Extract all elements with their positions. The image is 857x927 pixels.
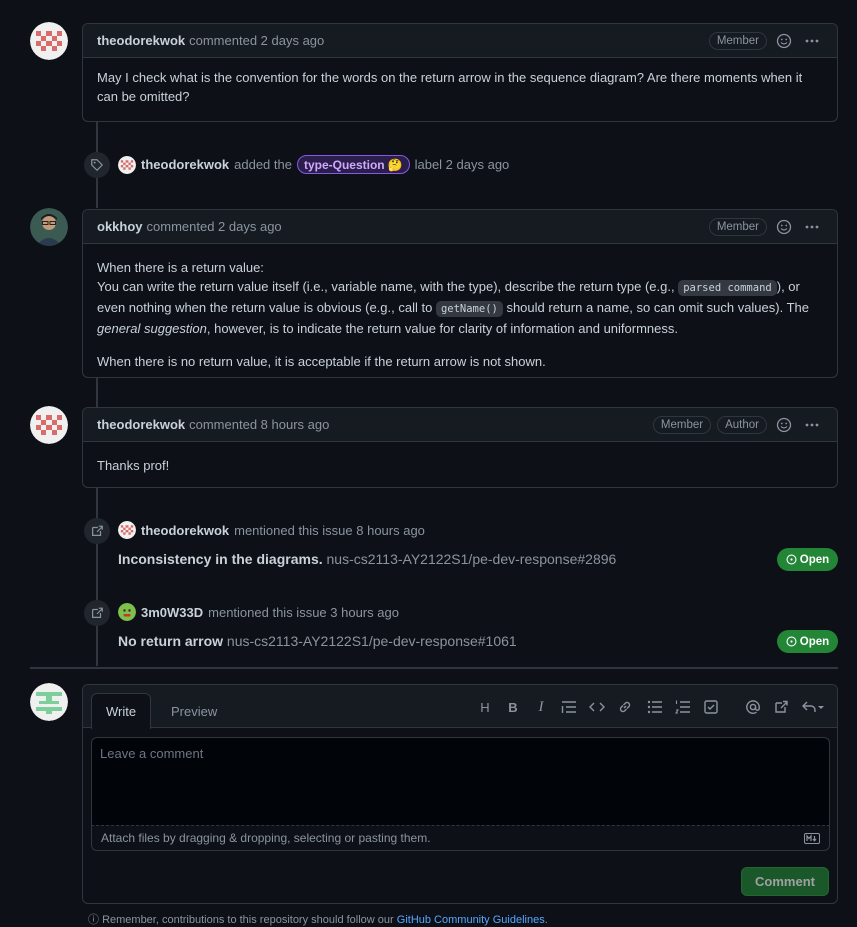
bold-icon[interactable]: B bbox=[503, 697, 523, 717]
inline-code: parsed command bbox=[678, 280, 777, 296]
mention-icon[interactable] bbox=[743, 697, 763, 717]
footer-end: . bbox=[544, 914, 548, 926]
mention-event: theodorekwok mentioned this issue 8 hour… bbox=[118, 521, 425, 539]
current-user-avatar[interactable] bbox=[30, 683, 68, 721]
comment-text: Thanks prof! bbox=[97, 458, 170, 473]
member-badge: Member bbox=[652, 415, 712, 434]
comment-textarea[interactable] bbox=[91, 737, 830, 825]
markdown-icon[interactable] bbox=[804, 832, 820, 844]
comment: okkhoy commented 2 days ago Member When … bbox=[82, 209, 838, 378]
attach-files-area[interactable]: Attach files by dragging & dropping, sel… bbox=[91, 825, 830, 851]
event-text-pre: added the bbox=[234, 157, 292, 172]
numbered-list-icon[interactable] bbox=[673, 697, 693, 717]
tag-icon bbox=[84, 152, 110, 178]
reply-icon[interactable] bbox=[799, 697, 827, 717]
reference-repo[interactable]: nus-cs2113-AY2122S1/pe-dev-response#1061 bbox=[227, 633, 517, 649]
event-actor[interactable]: theodorekwok bbox=[141, 523, 229, 538]
comment-body: Thanks prof! bbox=[83, 442, 837, 487]
comment-submit-button[interactable]: Comment bbox=[741, 867, 829, 896]
kebab-menu-icon[interactable] bbox=[801, 216, 823, 238]
open-state-badge: Open bbox=[777, 630, 838, 653]
smiley-icon[interactable] bbox=[773, 216, 795, 238]
thinking-emoji-icon: 🤔 bbox=[387, 157, 403, 172]
heading-icon[interactable]: H bbox=[475, 697, 495, 717]
event-text: mentioned this issue 3 hours ago bbox=[208, 604, 399, 620]
comment-timestamp[interactable]: commented 8 hours ago bbox=[189, 417, 329, 432]
tab-write[interactable]: Write bbox=[91, 693, 152, 729]
label-event: theodorekwok added the type-Question 🤔 la… bbox=[118, 155, 509, 174]
italic-icon[interactable]: I bbox=[531, 697, 551, 717]
comment-text: When there is no return value, it is acc… bbox=[97, 354, 546, 369]
issue-open-icon bbox=[786, 636, 797, 647]
reference-repo[interactable]: nus-cs2113-AY2122S1/pe-dev-response#2896 bbox=[327, 551, 617, 567]
community-guidelines-note: ⓘ Remember, contributions to this reposi… bbox=[88, 911, 548, 927]
reference-link[interactable]: No return arrow nus-cs2113-AY2122S1/pe-d… bbox=[118, 633, 517, 649]
member-badge: Member bbox=[708, 31, 767, 50]
comment-author[interactable]: theodorekwok bbox=[97, 417, 185, 432]
link-icon[interactable] bbox=[615, 697, 635, 717]
smiley-icon[interactable] bbox=[773, 414, 795, 436]
comment-header: theodorekwok commented 8 hours ago Membe… bbox=[83, 408, 837, 442]
tab-preview[interactable]: Preview bbox=[157, 693, 231, 729]
timeline-line bbox=[96, 488, 98, 666]
smiley-icon[interactable] bbox=[773, 30, 795, 52]
reference-link[interactable]: Inconsistency in the diagrams. nus-cs211… bbox=[118, 551, 616, 567]
attach-files-text: Attach files by dragging & dropping, sel… bbox=[101, 831, 431, 845]
comment-text: When there is a return value: bbox=[97, 260, 264, 275]
comment-header: okkhoy commented 2 days ago Member bbox=[83, 210, 837, 244]
reference-title[interactable]: Inconsistency in the diagrams. bbox=[118, 551, 323, 567]
task-list-icon[interactable] bbox=[701, 697, 721, 717]
issue-open-icon bbox=[786, 554, 797, 565]
comment: theodorekwok commented 8 hours ago Membe… bbox=[82, 407, 838, 488]
reference-icon[interactable] bbox=[771, 697, 791, 717]
comment-body: May I check what is the convention for t… bbox=[83, 58, 837, 118]
comment-author[interactable]: theodorekwok bbox=[97, 33, 185, 48]
community-guidelines-link[interactable]: GitHub Community Guidelines bbox=[397, 914, 545, 926]
avatar[interactable] bbox=[30, 406, 68, 444]
code-icon[interactable] bbox=[587, 697, 607, 717]
comment-text: You can write the return value itself (i… bbox=[97, 279, 809, 336]
comment-header: theodorekwok commented 2 days ago Member bbox=[83, 24, 837, 58]
markdown-toolbar: H B I bbox=[475, 697, 827, 717]
footer-text: Remember, contributions to this reposito… bbox=[102, 914, 397, 926]
cross-reference-icon bbox=[84, 518, 110, 544]
kebab-menu-icon[interactable] bbox=[801, 30, 823, 52]
info-icon: ⓘ bbox=[88, 914, 99, 926]
mini-avatar[interactable] bbox=[118, 155, 136, 174]
timeline-divider bbox=[30, 667, 838, 669]
comment-body: When there is a return value: You can wr… bbox=[83, 244, 837, 383]
bullet-list-icon[interactable] bbox=[645, 697, 665, 717]
avatar[interactable] bbox=[30, 22, 68, 60]
emphasis-text: general suggestion bbox=[97, 321, 207, 336]
kebab-menu-icon[interactable] bbox=[801, 414, 823, 436]
cross-reference-icon bbox=[84, 600, 110, 626]
editor-header: Write Preview H B I bbox=[83, 685, 837, 729]
quote-icon[interactable] bbox=[559, 697, 579, 717]
comment-timestamp[interactable]: commented 2 days ago bbox=[189, 33, 324, 48]
mention-event: 3m0W33D mentioned this issue 3 hours ago bbox=[118, 603, 399, 621]
event-text-post: label 2 days ago bbox=[414, 157, 510, 172]
open-state-badge: Open bbox=[777, 548, 838, 571]
event-actor[interactable]: theodorekwok bbox=[141, 157, 229, 172]
event-actor[interactable]: 3m0W33D bbox=[141, 605, 203, 620]
comment-timestamp[interactable]: commented 2 days ago bbox=[147, 219, 282, 234]
inline-code: getName() bbox=[435, 301, 503, 317]
comment: theodorekwok commented 2 days ago Member… bbox=[82, 23, 838, 122]
comment-author[interactable]: okkhoy bbox=[97, 219, 143, 234]
reference-title[interactable]: No return arrow bbox=[118, 633, 223, 649]
comment-text: May I check what is the convention for t… bbox=[97, 70, 803, 104]
mini-avatar[interactable] bbox=[118, 603, 136, 621]
author-badge: Author bbox=[717, 415, 767, 434]
mini-avatar[interactable] bbox=[118, 521, 136, 539]
comment-editor: Write Preview H B I Attach files by drag… bbox=[82, 684, 838, 904]
member-badge: Member bbox=[708, 217, 767, 236]
label-pill[interactable]: type-Question 🤔 bbox=[296, 155, 410, 174]
event-text: mentioned this issue 8 hours ago bbox=[234, 522, 425, 538]
avatar[interactable] bbox=[30, 208, 68, 246]
